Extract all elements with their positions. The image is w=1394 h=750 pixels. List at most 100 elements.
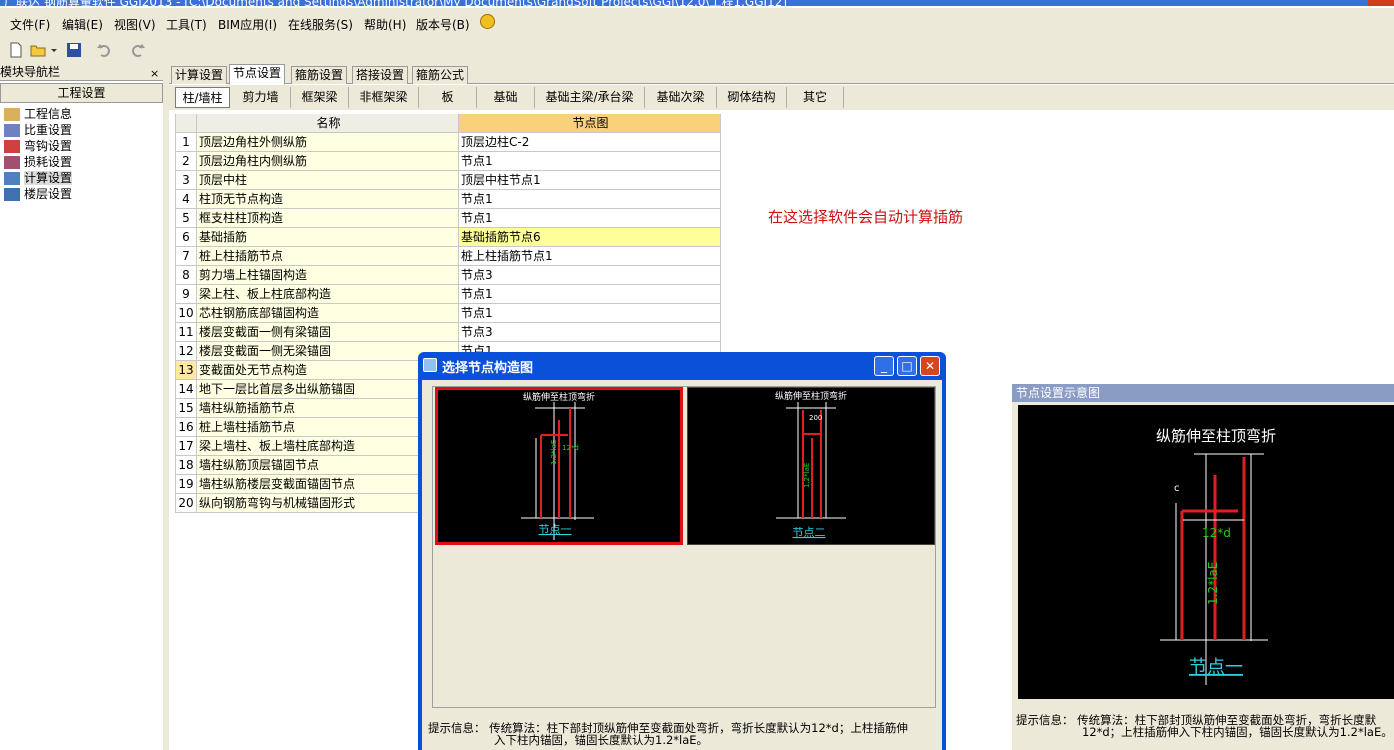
node-option-2-drawing: 纵筋伸至柱顶弯折 200 1.2*laE 节点二 [775,390,847,539]
menu-edit[interactable]: 编辑(E) [62,16,103,33]
smiley-icon[interactable] [480,14,495,29]
row-number: 17 [175,437,197,456]
preview-tip: 提示信息： 传统算法：柱下部封顶纵筋伸至变截面处弯折，弯折长度默 12*d；上柱… [1016,714,1393,738]
row-number: 6 [175,228,197,247]
row-node-value[interactable]: 顶层边柱C-2 [459,133,721,152]
nav-title: 模块导航栏 ᅟ × [0,64,164,81]
weight-icon [4,124,20,137]
subtab-other[interactable]: 其它 [787,87,844,108]
subtab-shearwall[interactable]: 剪力墙 [231,87,291,108]
table-row[interactable]: 2 顶层边角柱内侧纵筋 节点1 [175,152,721,171]
subtab-frame-beam[interactable]: 框架梁 [291,87,349,108]
row-node-value[interactable]: 桩上柱插筋节点1 [459,247,721,266]
nav-group-header[interactable]: 工程设置 [0,83,163,103]
row-number: 7 [175,247,197,266]
title-bar: 广联达 钢筋算量软件 GGJ2013 - [C:\Documents and S… [0,0,1394,9]
subtab-masonry[interactable]: 砌体结构 [717,87,787,108]
row-node-value[interactable]: 节点3 [459,266,721,285]
save-icon[interactable] [66,42,82,58]
table-row[interactable]: 10 芯柱钢筋底部锚固构造 节点1 [175,304,721,323]
module-nav-panel: 模块导航栏 ᅟ × 工程设置 工程信息 比重设置 弯钩设置 损耗设置 计算设置 … [0,64,164,750]
subtab-foundation[interactable]: 基础 [477,87,535,108]
dialog-tip: 提示信息： 传统算法：柱下部封顶纵筋伸至变截面处弯折，弯折长度默认为12*d；上… [428,722,908,746]
tab-stirrup[interactable]: 箍筋设置 [291,66,348,84]
table-row[interactable]: 3 顶层中柱 顶层中柱节点1 [175,171,721,190]
hook-icon [4,140,20,153]
toolbar [0,38,1394,64]
row-number: 5 [175,209,197,228]
row-node-value[interactable]: 节点1 [459,190,721,209]
table-row[interactable]: 5 框支柱柱顶构造 节点1 [175,209,721,228]
header-name: 名称 [197,114,459,133]
subtab-column[interactable]: 柱/墙柱 [175,87,230,108]
row-node-value[interactable]: 节点1 [459,304,721,323]
subtab-foundation-main-beam[interactable]: 基础主梁/承台梁 [535,87,645,108]
preview-dim: 12*d [1202,526,1231,540]
menu-bim[interactable]: BIM应用(I) [218,16,277,33]
row-number: 20 [175,494,197,513]
nav-item-weight[interactable]: 比重设置 [4,123,154,138]
row-number: 19 [175,475,197,494]
header-node: 节点图 [459,114,721,133]
new-icon[interactable] [8,42,24,58]
row-number: 13 [175,361,197,380]
nav-item-loss[interactable]: 损耗设置 [4,155,154,170]
table-row[interactable]: 11 楼层变截面一侧有梁锚固 节点3 [175,323,721,342]
row-node-value[interactable]: 基础插筋节点6 [459,228,721,247]
menu-help[interactable]: 帮助(H) [364,16,406,33]
node-option-2[interactable]: 纵筋伸至柱顶弯折 200 1.2*laE 节点二 [687,387,935,545]
menu-tools[interactable]: 工具(T) [166,16,207,33]
redo-icon[interactable] [130,42,146,58]
option-1-caption: 纵筋伸至柱顶弯折 [523,391,595,403]
node-option-1[interactable]: 纵筋伸至柱顶弯折 1.2*laE 12*d 节点一 [435,387,683,545]
row-number: 2 [175,152,197,171]
table-row[interactable]: 4 柱顶无节点构造 节点1 [175,190,721,209]
nav-close-icon[interactable]: × [150,65,159,82]
info-icon [4,108,20,121]
nav-item-info[interactable]: 工程信息 [4,107,154,122]
maximize-button[interactable]: □ [897,356,917,376]
splitter[interactable] [163,64,169,750]
option-1-dim: 12*d [562,444,579,452]
nav-item-floor[interactable]: 楼层设置 [4,187,154,202]
table-row[interactable]: 9 梁上柱、板上柱底部构造 节点1 [175,285,721,304]
row-node-value[interactable]: 节点1 [459,285,721,304]
row-node-value[interactable]: 顶层中柱节点1 [459,171,721,190]
row-number: 10 [175,304,197,323]
table-row[interactable]: 1 顶层边角柱外侧纵筋 顶层边柱C-2 [175,133,721,152]
menu-view[interactable]: 视图(V) [114,16,156,33]
menu-version[interactable]: 版本号(B) [416,16,470,33]
row-number: 11 [175,323,197,342]
node-preview-panel: 节点设置示意图 纵筋伸至柱顶弯折 c 12*d 1.2*laE 节点一 提示信息… [1012,384,1394,750]
menu-file[interactable]: 文件(F) [10,16,50,33]
row-name: 柱顶无节点构造 [197,190,459,209]
nav-item-hook[interactable]: 弯钩设置 [4,139,154,154]
preview-anchor: 1.2*laE [1206,562,1220,605]
subtab-slab[interactable]: 板 [419,87,477,108]
tab-calc[interactable]: 计算设置 [171,66,228,84]
table-row[interactable]: 7 桩上柱插筋节点 桩上柱插筋节点1 [175,247,721,266]
undo-icon[interactable] [96,42,112,58]
dialog-title: 选择节点构造图 [442,361,534,376]
minimize-button[interactable]: _ [874,356,894,376]
dialog-close-button[interactable]: ✕ [920,356,940,376]
dropdown-icon[interactable] [50,42,58,58]
row-name: 基础插筋 [197,228,459,247]
tab-lap[interactable]: 搭接设置 [352,66,409,84]
row-name: 梁上柱、板上柱底部构造 [197,285,459,304]
table-row[interactable]: 8 剪力墙上柱锚固构造 节点3 [175,266,721,285]
subtab-nonframe-beam[interactable]: 非框架梁 [349,87,419,108]
pin-icon[interactable]: ᅟ [132,65,142,82]
nav-item-calc[interactable]: 计算设置 [4,171,154,186]
menu-online[interactable]: 在线服务(S) [288,16,353,33]
row-node-value[interactable]: 节点1 [459,209,721,228]
subtab-foundation-sub-beam[interactable]: 基础次梁 [645,87,717,108]
row-node-value[interactable]: 节点3 [459,323,721,342]
open-icon[interactable] [30,42,46,58]
table-row[interactable]: 6 基础插筋 基础插筋节点6 [175,228,721,247]
row-node-value[interactable]: 节点1 [459,152,721,171]
window-close-button[interactable] [1368,0,1394,6]
tab-formula[interactable]: 箍筋公式 [412,66,469,84]
tab-node[interactable]: 节点设置 [229,64,286,85]
preview-c-label: c [1174,483,1180,494]
